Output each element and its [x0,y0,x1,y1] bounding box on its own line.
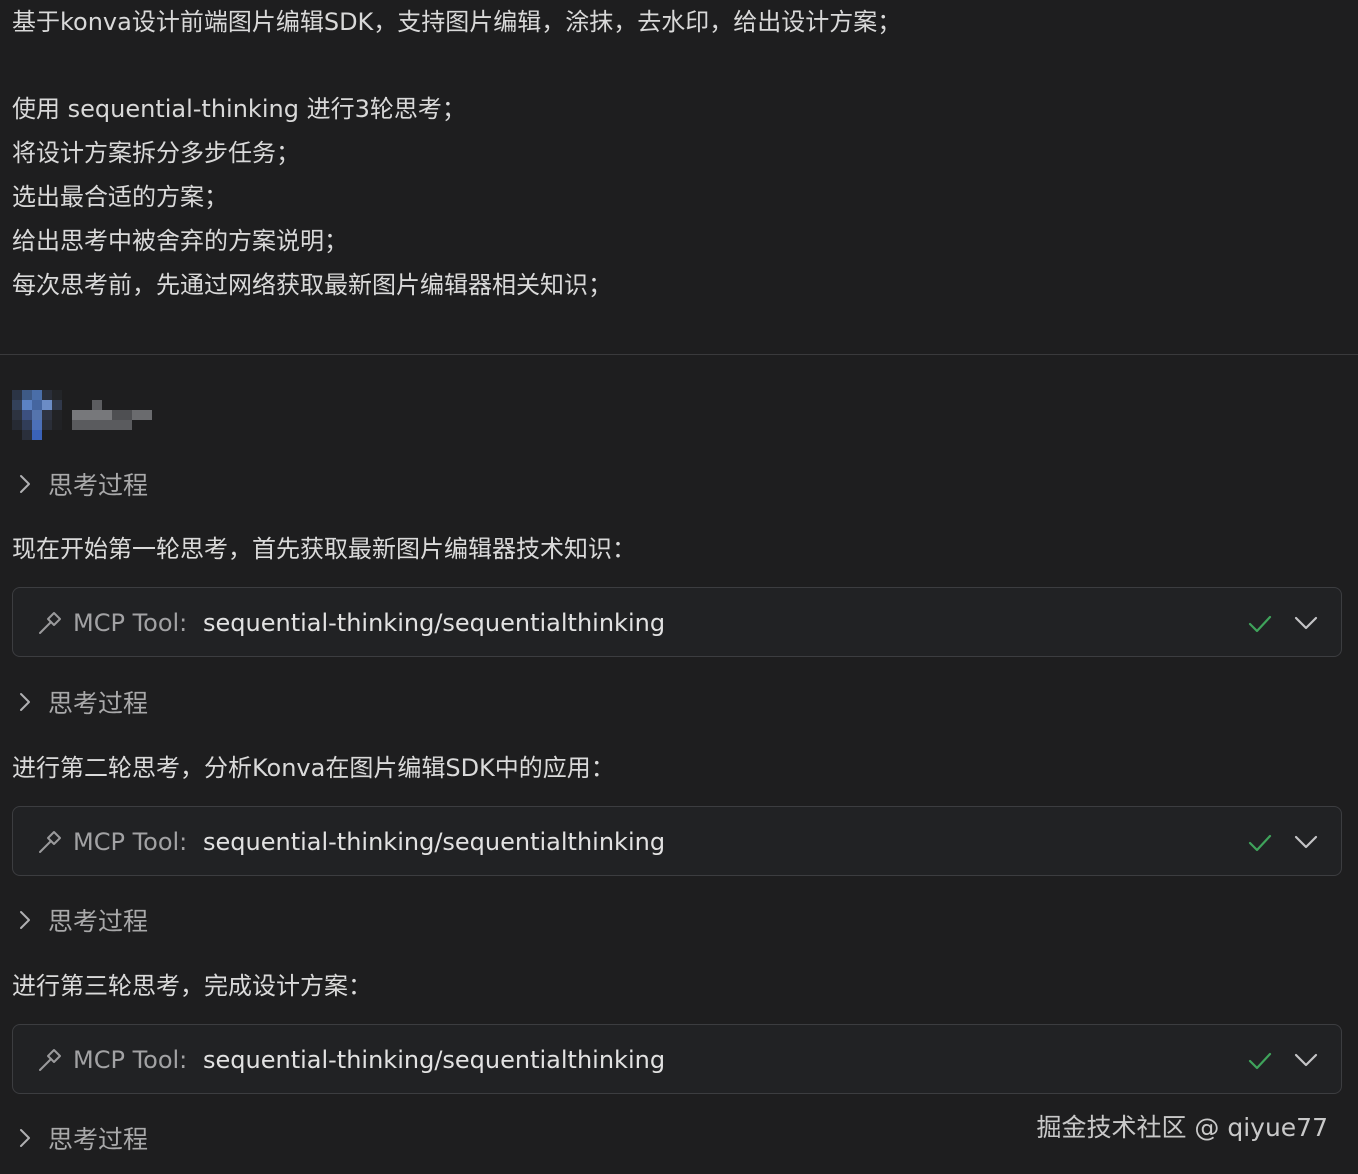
check-icon [1248,615,1272,633]
chevron-right-icon [20,911,30,929]
prompt-line: 基于konva设计前端图片编辑SDK，支持图片编辑，涂抹，去水印，给出设计方案； [12,8,902,36]
check-icon [1248,1052,1272,1070]
hammer-icon [39,1049,61,1071]
watermark: 掘金技术社区 @ qiyue77 [1036,1113,1328,1142]
assistant-message: 进行第二轮思考，分析Konva在图片编辑SDK中的应用： [12,754,615,782]
prompt-line: 使用 sequential-thinking 进行3轮思考； [12,95,466,123]
tool-name: sequential-thinking/sequentialthinking [203,609,666,637]
chevron-right-icon [20,1129,30,1147]
avatar [12,390,62,440]
tool-label: MCP Tool: [73,1046,188,1074]
thinking-label: 思考过程 [48,471,149,500]
thinking-toggle[interactable]: 思考过程 [14,1118,148,1158]
prompt-line: 将设计方案拆分多步任务； [12,139,300,167]
chevron-right-icon [20,475,30,493]
thinking-label: 思考过程 [48,689,149,718]
assistant-name [72,400,152,432]
mcp-tool-call[interactable]: MCP Tool: sequential-thinking/sequential… [12,587,1342,657]
divider [0,354,1358,355]
thinking-label: 思考过程 [48,1125,149,1154]
assistant-header [12,390,212,442]
thinking-label: 思考过程 [48,907,149,936]
thinking-toggle[interactable]: 思考过程 [14,682,148,722]
chevron-down-icon[interactable] [1293,1047,1319,1073]
tool-label: MCP Tool: [73,828,188,856]
mcp-tool-call[interactable]: MCP Tool: sequential-thinking/sequential… [12,1024,1342,1094]
hammer-icon [39,612,61,634]
tool-label: MCP Tool: [73,609,188,637]
chat-panel: 基于konva设计前端图片编辑SDK，支持图片编辑，涂抹，去水印，给出设计方案；… [0,0,1358,1174]
assistant-message: 进行第三轮思考，完成设计方案： [12,972,372,1000]
prompt-line: 每次思考前，先通过网络获取最新图片编辑器相关知识； [12,271,612,299]
thinking-toggle[interactable]: 思考过程 [14,900,148,940]
tool-name: sequential-thinking/sequentialthinking [203,1046,666,1074]
chevron-down-icon[interactable] [1293,610,1319,636]
hammer-icon [39,831,61,853]
chevron-right-icon [20,693,30,711]
check-icon [1248,834,1272,852]
prompt-line: 选出最合适的方案； [12,183,228,211]
prompt-line: 给出思考中被舍弃的方案说明； [12,227,348,255]
tool-name: sequential-thinking/sequentialthinking [203,828,666,856]
thinking-toggle[interactable]: 思考过程 [14,464,148,504]
mcp-tool-call[interactable]: MCP Tool: sequential-thinking/sequential… [12,806,1342,876]
assistant-message: 现在开始第一轮思考，首先获取最新图片编辑器技术知识： [12,535,636,563]
chevron-down-icon[interactable] [1293,829,1319,855]
